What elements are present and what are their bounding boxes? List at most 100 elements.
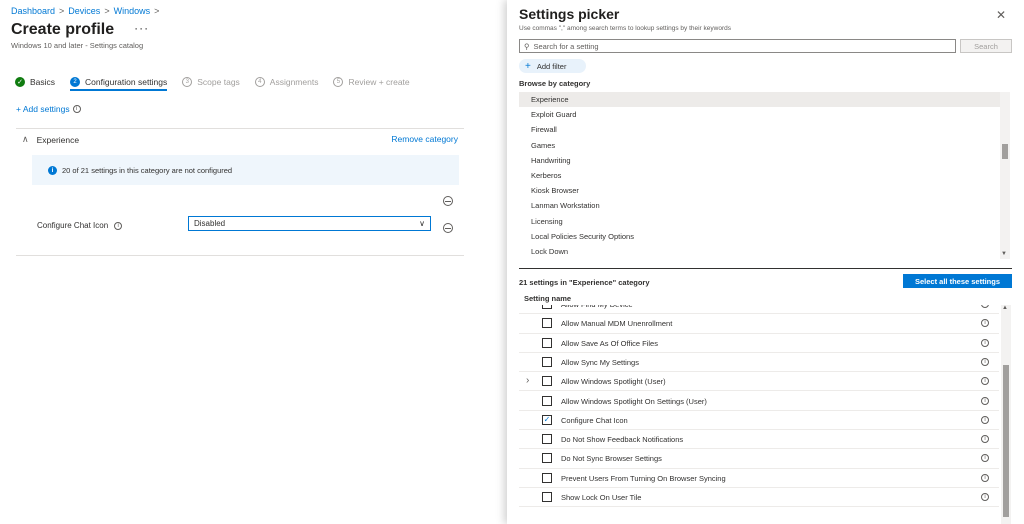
setting-checkbox[interactable] [542,453,552,464]
info-icon[interactable]: i [981,493,989,501]
setting-checkbox[interactable] [542,492,552,502]
more-options-icon[interactable]: ··· [134,21,149,35]
category-item[interactable]: Licensing [519,214,1010,229]
wizard-step-4[interactable]: 4 Assignments [254,75,319,89]
setting-checkbox[interactable]: ✓ [542,414,552,425]
step-number: 5 [333,76,344,87]
wizard-step-5[interactable]: 5 Review + create [333,75,410,89]
info-banner: i 20 of 21 settings in this category are… [32,155,459,185]
category-item[interactable]: Local Policies Security Options [519,229,1010,244]
info-icon[interactable]: i [981,357,989,366]
add-filter-button[interactable]: + Add filter [519,59,586,73]
settings-list: Allow Find My DeviceiAllow Manual MDM Un… [519,305,999,524]
category-item[interactable]: Lock Down [519,244,1010,259]
remove-circle-icon[interactable] [443,196,453,206]
setting-checkbox[interactable] [542,376,552,387]
setting-name: Configure Chat Icon [37,221,109,230]
wizard-step-3[interactable]: 3 Scope tags [182,75,240,89]
plus-icon: + [525,60,531,72]
setting-row[interactable]: Allow Manual MDM Unenrollment i [519,314,999,334]
setting-row[interactable]: › Allow Windows Spotlight (User) i [519,372,999,392]
setting-row[interactable]: Prevent Users From Turning On Browser Sy… [519,469,999,488]
search-icon: ⚲ [524,41,530,51]
setting-row[interactable]: ✓ Configure Chat Icon i [519,411,999,431]
setting-row[interactable]: Allow Find My Device i [519,305,999,315]
close-icon[interactable]: ✕ [996,8,1006,22]
setting-row[interactable]: Do Not Show Feedback Notifications i [519,430,999,450]
category-item[interactable]: Experience [519,92,1010,108]
wizard-step-1[interactable]: ✓ Basics [15,75,55,89]
configure-chat-icon-dropdown[interactable]: Disabled ∨ [188,216,431,231]
select-all-button[interactable]: Select all these settings [903,274,1012,288]
setting-checkbox[interactable] [542,395,552,406]
info-icon[interactable]: i [981,454,989,463]
scrollbar-thumb[interactable] [1002,144,1008,159]
info-icon[interactable]: i [981,338,989,347]
category-list: Experience Exploit Guard Firewall Games Hand… [519,92,1010,259]
setting-label: Allow Windows Spotlight (User) [561,377,666,387]
category-item[interactable]: Handwriting [519,153,1010,168]
info-icon[interactable]: i [981,396,989,405]
breadcrumb-devices[interactable]: Devices [68,6,100,16]
page-title: Create profile [11,21,115,38]
info-icon[interactable]: i [981,435,989,444]
search-button[interactable]: Search [960,39,1012,53]
search-hint: Use commas "," among search terms to loo… [519,25,731,32]
setting-label: Prevent Users From Turning On Browser Sy… [561,473,726,483]
setting-checkbox[interactable] [542,318,552,329]
breadcrumb-dashboard[interactable]: Dashboard [11,6,55,16]
add-settings-link[interactable]: + Add settings i [16,104,81,114]
create-profile-pane: Dashboard > Devices > Windows > Create p… [0,0,507,524]
check-circle-icon: ✓ [15,76,25,87]
setting-checkbox[interactable] [542,337,552,348]
setting-row[interactable]: Allow Sync My Settings i [519,353,999,373]
category-item[interactable]: Firewall [519,122,1010,137]
info-icon[interactable]: i [114,221,123,230]
info-icon[interactable]: i [72,105,81,113]
chevron-up-icon[interactable]: ∧ [22,134,29,145]
chevron-right-icon[interactable]: › [526,375,529,386]
info-icon[interactable]: i [981,415,989,424]
wizard-step-label: Assignments [269,76,319,87]
settings-count-label: 21 settings in "Experience" category [519,278,650,287]
setting-label: Allow Manual MDM Unenrollment [561,319,673,329]
wizard-step-2[interactable]: 2 Configuration settings [70,76,168,91]
category-item[interactable]: Kerberos [519,168,1010,183]
setting-row[interactable]: Allow Windows Spotlight On Settings (Use… [519,392,999,411]
setting-label: Allow Sync My Settings [561,357,639,367]
category-header[interactable]: ∧ Experience [22,134,79,145]
divider [519,268,1012,269]
browse-by-category-label: Browse by category [519,79,591,88]
setting-row[interactable]: Do Not Sync Browser Settings i [519,449,999,469]
category-item[interactable]: Lanman Workstation [519,198,1010,213]
info-icon[interactable]: i [981,305,989,308]
settings-scrollbar[interactable]: ▲ [1001,305,1011,524]
info-banner-text: 20 of 21 settings in this category are n… [62,165,233,175]
scrollbar-thumb[interactable] [1003,365,1009,517]
breadcrumb: Dashboard > Devices > Windows > [11,6,159,16]
search-input[interactable]: ⚲ Search for a setting [519,39,956,53]
chevron-down-icon: ∨ [419,219,425,228]
category-item[interactable]: Games [519,138,1010,153]
scroll-up-icon[interactable]: ▲ [1002,305,1008,311]
setting-checkbox[interactable] [542,356,552,367]
category-scrollbar[interactable]: ▼ [1000,92,1010,259]
setting-checkbox[interactable] [542,472,552,483]
setting-label: Allow Find My Device [561,305,633,309]
setting-checkbox[interactable] [542,434,552,445]
scroll-down-icon[interactable]: ▼ [1001,251,1007,257]
info-filled-icon: i [48,165,57,175]
info-icon[interactable]: i [981,319,989,328]
setting-row[interactable]: Show Lock On User Tile i [519,488,999,508]
category-item[interactable]: Kiosk Browser [519,183,1010,198]
breadcrumb-separator: > [59,6,65,16]
setting-row[interactable]: Allow Save As Of Office Files i [519,334,999,353]
remove-category-link[interactable]: Remove category [391,134,458,144]
info-icon[interactable]: i [981,377,989,386]
category-section: ∧ Experience Remove category i 20 of 21 … [16,128,464,256]
remove-setting-icon[interactable] [443,223,453,233]
category-item[interactable]: Exploit Guard [519,107,1010,122]
info-icon[interactable]: i [981,473,989,482]
breadcrumb-windows[interactable]: Windows [114,6,151,16]
setting-checkbox[interactable] [542,305,552,309]
